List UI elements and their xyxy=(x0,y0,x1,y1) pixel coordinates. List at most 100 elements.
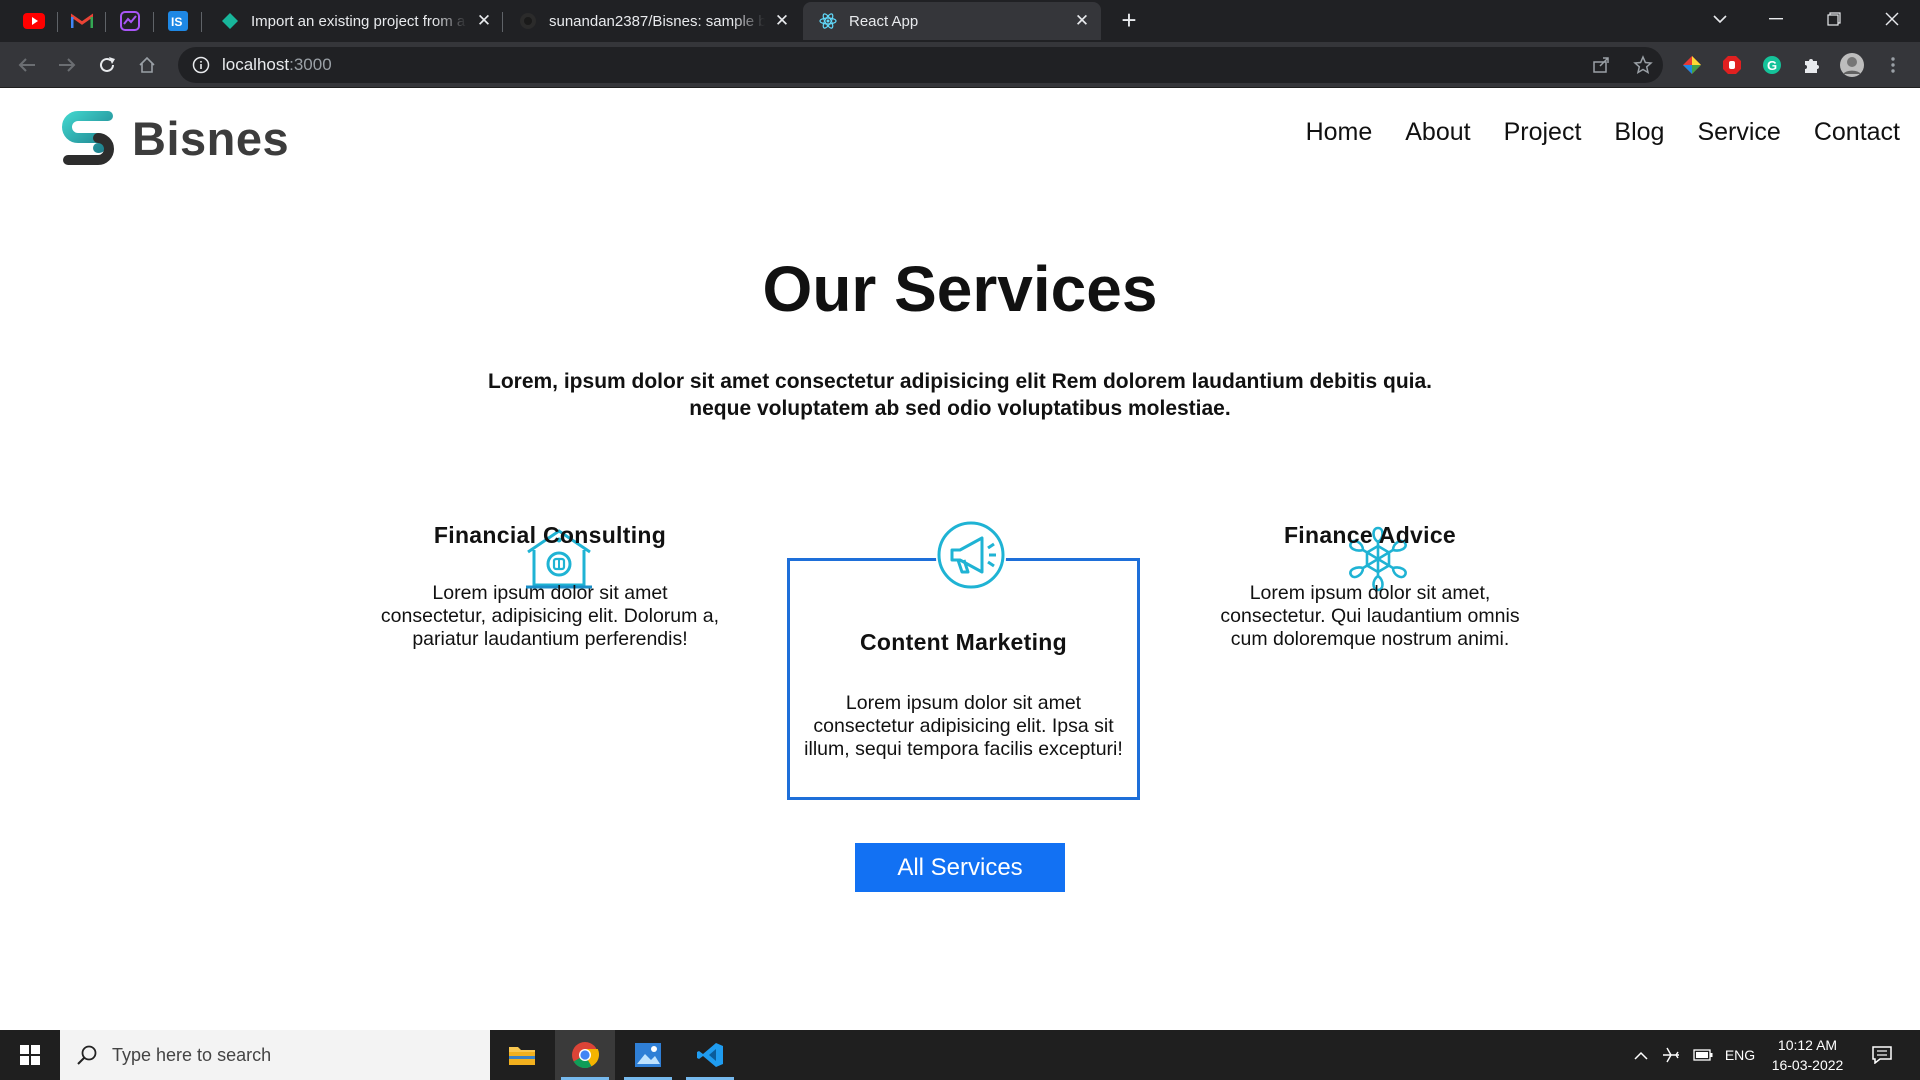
vscode-app[interactable] xyxy=(680,1030,740,1080)
extensions-button[interactable] xyxy=(1799,52,1825,78)
star-icon xyxy=(1633,55,1653,75)
url-text: localhost:3000 xyxy=(222,55,332,75)
nav-service[interactable]: Service xyxy=(1697,118,1780,147)
search-placeholder: Type here to search xyxy=(112,1044,272,1065)
subtext-line-2: neque voluptatem ab sed odio voluptatibu… xyxy=(689,397,1231,420)
close-tab-icon[interactable]: ✕ xyxy=(773,12,791,30)
logo-s-icon xyxy=(62,111,114,165)
search-icon xyxy=(77,1045,97,1065)
section-subtext: Lorem, ipsum dolor sit amet consectetur … xyxy=(440,368,1480,422)
tab-react-app[interactable]: React App ✕ xyxy=(803,2,1101,40)
airplane-icon xyxy=(1663,1047,1679,1063)
all-services-button[interactable]: All Services xyxy=(855,843,1065,892)
extension-colors[interactable] xyxy=(1679,52,1705,78)
info-icon xyxy=(192,56,210,74)
color-picker-icon xyxy=(1683,56,1701,74)
home-button[interactable] xyxy=(132,50,162,80)
restore-icon xyxy=(1827,12,1841,26)
menu-button[interactable] xyxy=(1880,52,1906,78)
address-bar[interactable]: localhost:3000 xyxy=(178,47,1663,83)
main-nav: Home About Project Blog Service Contact xyxy=(1273,118,1900,147)
share-button[interactable] xyxy=(1588,52,1614,78)
tab-title: React App xyxy=(849,12,919,30)
profile-button[interactable] xyxy=(1839,52,1865,78)
tab-youtube[interactable] xyxy=(10,2,58,40)
reload-icon xyxy=(100,57,115,72)
system-clock[interactable]: 10:12 AM 16-03-2022 xyxy=(1760,1035,1855,1075)
gmail-icon xyxy=(71,13,93,28)
taskbar-search[interactable]: Type here to search xyxy=(60,1030,490,1080)
page-content: Bisnes Home About Project Blog Service C… xyxy=(0,88,1920,1030)
vscode-icon xyxy=(697,1043,723,1067)
close-tab-icon[interactable]: ✕ xyxy=(1073,12,1091,30)
grammarly-icon: G xyxy=(1763,56,1781,74)
file-explorer-app[interactable] xyxy=(492,1030,552,1080)
home-icon xyxy=(139,56,155,73)
close-window-button[interactable] xyxy=(1864,0,1920,38)
nav-about[interactable]: About xyxy=(1405,118,1470,147)
restore-button[interactable] xyxy=(1806,0,1862,38)
avatar xyxy=(1840,53,1864,77)
extension-adblock[interactable] xyxy=(1719,52,1745,78)
service-card-financial-consulting: Financial Consulting Lorem ipsum dolor s… xyxy=(380,518,720,651)
tab-is[interactable]: IS xyxy=(154,2,202,40)
tab-title: Import an existing project from a xyxy=(251,12,466,30)
battery-icon xyxy=(1693,1049,1713,1061)
hand-stop-icon xyxy=(1723,56,1741,74)
close-tab-icon[interactable]: ✕ xyxy=(475,12,493,30)
bookmark-button[interactable] xyxy=(1630,52,1656,78)
nav-blog[interactable]: Blog xyxy=(1614,118,1664,147)
card-title: Finance Advice xyxy=(1283,522,1457,548)
url-port: :3000 xyxy=(289,55,332,74)
svg-text:IS: IS xyxy=(171,15,182,29)
arrow-left-icon xyxy=(18,58,35,72)
nav-contact[interactable]: Contact xyxy=(1814,118,1900,147)
minimize-icon xyxy=(1769,18,1783,20)
browser-tab-strip: IS Import an existing project from a ✕ s… xyxy=(0,0,1920,42)
card-description: Lorem ipsum dolor sit amet consectetur, … xyxy=(380,582,720,650)
chevron-down-icon xyxy=(1713,15,1727,24)
youtube-icon xyxy=(23,13,45,29)
nav-home[interactable]: Home xyxy=(1306,118,1373,147)
tab-analytics[interactable] xyxy=(106,2,154,40)
clock-date: 16-03-2022 xyxy=(1771,1057,1844,1073)
tab-title: sunandan2387/Bisnes: sample bu xyxy=(549,12,765,30)
reload-button[interactable] xyxy=(92,50,122,80)
extension-grammarly[interactable]: G xyxy=(1759,52,1785,78)
tab-search-button[interactable] xyxy=(1692,0,1748,38)
chrome-app[interactable] xyxy=(555,1030,615,1080)
browser-toolbar: localhost:3000 G xyxy=(0,42,1920,88)
card-description: Lorem ipsum dolor sit amet, consectetur.… xyxy=(1220,582,1520,650)
show-hidden-icons[interactable] xyxy=(1628,1030,1654,1080)
service-card-finance-advice: Finance Advice Lorem ipsum dolor sit ame… xyxy=(1200,518,1540,651)
photos-icon xyxy=(635,1043,661,1067)
site-logo[interactable]: Bisnes xyxy=(58,108,289,168)
chart-app-icon xyxy=(120,11,140,31)
language-indicator[interactable]: ENG xyxy=(1720,1030,1760,1080)
card-title: Financial Consulting xyxy=(433,522,667,548)
battery-status[interactable] xyxy=(1688,1030,1718,1080)
chrome-icon xyxy=(572,1042,599,1069)
forward-button[interactable] xyxy=(52,50,82,80)
clock-time: 10:12 AM xyxy=(1777,1037,1838,1053)
folder-icon xyxy=(509,1047,535,1065)
arrow-right-icon xyxy=(59,58,76,72)
tab-gmail[interactable] xyxy=(58,2,106,40)
more-vert-icon xyxy=(1891,57,1895,73)
url-host: localhost xyxy=(222,55,290,74)
subtext-line-1: Lorem, ipsum dolor sit amet consectetur … xyxy=(488,370,1432,393)
new-tab-button[interactable]: + xyxy=(1114,6,1144,36)
start-button[interactable] xyxy=(0,1030,60,1080)
photos-app[interactable] xyxy=(618,1030,678,1080)
airplane-mode[interactable] xyxy=(1656,1030,1686,1080)
minimize-button[interactable] xyxy=(1748,0,1804,38)
notification-icon xyxy=(1872,1046,1892,1064)
tab-import-project[interactable]: Import an existing project from a ✕ xyxy=(205,2,503,40)
action-center-button[interactable] xyxy=(1862,1030,1902,1080)
nav-project[interactable]: Project xyxy=(1504,118,1582,147)
back-button[interactable] xyxy=(12,50,42,80)
tab-github[interactable]: sunandan2387/Bisnes: sample bu ✕ xyxy=(503,2,801,40)
diamond-icon xyxy=(222,13,238,29)
megaphone-icon xyxy=(936,520,1006,595)
windows-icon xyxy=(20,1045,40,1065)
